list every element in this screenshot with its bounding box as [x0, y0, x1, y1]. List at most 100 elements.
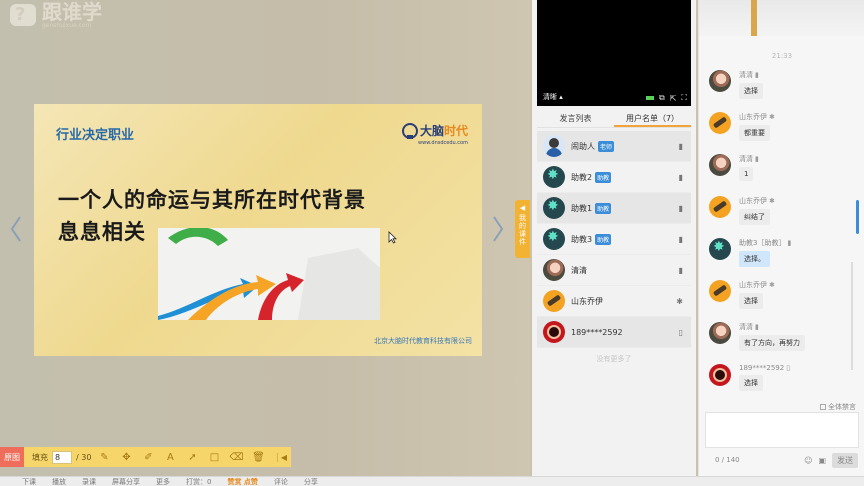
mouse-cursor-icon [388, 231, 397, 244]
page-number-input[interactable]: 8 [52, 450, 72, 464]
popout-icon[interactable]: ⇱ [670, 94, 677, 103]
chevron-left-icon: ◀ [519, 204, 526, 212]
chat-scrollbar[interactable] [856, 200, 859, 234]
device-icon: ✱ [769, 281, 775, 289]
slide-footer: 北京大脑时代教育科技有限公司 [374, 337, 472, 345]
sender-name: 清清 [739, 323, 753, 331]
sender-name: 清清 [739, 71, 753, 79]
record-button[interactable]: 录课 [82, 477, 96, 486]
role-badge: 助教 [595, 202, 612, 214]
video-quality-select[interactable]: 清晰 ▴ [543, 92, 563, 102]
device-icon: ▮ [755, 323, 759, 331]
user-row[interactable]: 闹助人 老师 ▮ [537, 131, 691, 162]
chat-message: 清清 ▮ 1 [709, 154, 859, 181]
device-icon: ▮ [678, 234, 683, 244]
current-slide: 行业决定职业 大脑时代 www.dnsdcedu.com 一个人的命运与其所在时… [34, 104, 482, 356]
device-icon: ▮ [678, 203, 683, 213]
chat-scroll-track[interactable] [851, 262, 853, 370]
device-icon: ✱ [769, 197, 775, 205]
user-name: 189****2592 [571, 327, 623, 337]
user-row[interactable]: 助教2 助教 ▮ [537, 162, 691, 193]
chat-panel: 21:33 清清▮ 选择 山东乔伊✱ 都重要 清清▮ 1 山东乔伊✱ 纠结了 助… [698, 0, 864, 476]
avatar [709, 364, 731, 386]
more-button[interactable]: 更多 [156, 477, 170, 486]
user-name: 闹助人 [571, 141, 595, 151]
eraser-icon[interactable]: ⌫ [227, 449, 245, 465]
avatar [543, 228, 565, 250]
end-class-button[interactable]: 下课 [22, 477, 36, 486]
slide-text-line-2: 息息相关 [58, 219, 146, 244]
chevron-left-icon [10, 216, 21, 242]
device-icon: ▮ [755, 155, 759, 163]
device-icon: ▮ [787, 239, 792, 247]
avatar [709, 322, 731, 344]
chat-timestamp: 21:33 [771, 52, 793, 60]
chat-message: 山东乔伊 ✱ 纠结了 [709, 196, 859, 225]
arrow-icon[interactable]: ➚ [183, 449, 201, 465]
user-row[interactable]: 山东乔伊 ✱ [537, 286, 691, 317]
play-button[interactable]: 播放 [52, 477, 66, 486]
pen-icon[interactable]: ✎ [95, 449, 113, 465]
my-courseware-tab[interactable]: ◀ 我的课件 [515, 200, 530, 258]
char-counter: 0 / 140 [715, 456, 740, 464]
device-icon: ✱ [769, 113, 775, 121]
message-text: 选择 [739, 293, 763, 309]
fullscreen-icon[interactable]: ⛶ [681, 93, 687, 103]
user-row[interactable]: 助教1 助教 ▮ [537, 193, 691, 224]
avatar [543, 321, 565, 343]
chat-input[interactable] [705, 412, 859, 448]
brain-logo-icon [401, 122, 418, 139]
avatar [709, 196, 731, 218]
chat-message: 山东乔伊 ✱ 选择 [709, 280, 859, 309]
user-row[interactable]: 助教3 助教 ▮ [537, 224, 691, 255]
rect-icon[interactable]: □ [205, 449, 223, 465]
send-button[interactable]: 发送 [832, 453, 858, 468]
image-icon[interactable]: ▣ [818, 456, 826, 465]
device-icon: ▮ [678, 141, 683, 151]
sender-name: 山东乔伊 [739, 113, 767, 121]
role-badge: 助教 [595, 233, 612, 245]
sender-name: 189****2592 [739, 364, 785, 372]
user-row[interactable]: 189****2592 ▯ [537, 317, 691, 348]
role-badge: 老师 [598, 140, 615, 152]
chat-message: 助教3［助教］▮ 选择。 [709, 238, 859, 267]
role-badge: 助教 [595, 171, 612, 183]
user-name: 助教3 [571, 234, 593, 244]
tab-users[interactable]: 用户名单（7） [614, 110, 691, 127]
user-list: 闹助人 老师 ▮ 助教2 助教 ▮ 助教1 助教 ▮ 助教3 助教 ▮ 清清 ▮ [537, 131, 691, 348]
original-image-button[interactable]: 原图 [0, 447, 24, 467]
trash-icon[interactable]: 🗑 [249, 449, 267, 465]
comment-button[interactable]: 评论 [274, 477, 288, 486]
screen-share-button[interactable]: 屏幕分享 [112, 477, 140, 486]
next-slide-button[interactable] [490, 214, 506, 244]
tab-speakers[interactable]: 发言列表 [537, 110, 614, 127]
user-name: 清清 [571, 265, 587, 275]
slide-text-line-1: 一个人的命运与其所在时代背景 [58, 187, 366, 212]
avatar [543, 135, 565, 157]
sender-name: 助教3［助教］ [739, 239, 786, 247]
like-button[interactable]: 赞赏 点赞 [227, 477, 257, 486]
logo-text-a: 大脑 [419, 124, 444, 138]
mute-all-toggle[interactable]: 全体禁言 [820, 402, 856, 412]
signal-icon [645, 96, 654, 100]
panel-tabs: 发言列表 用户名单（7） [537, 110, 691, 128]
device-icon: ▮ [678, 265, 683, 275]
marker-icon[interactable]: ✐ [139, 449, 157, 465]
move-icon[interactable]: ✥ [117, 449, 135, 465]
bottom-toolbar: 下课 播放 录课 屏幕分享 更多 打赏：0 赞赏 点赞 评论 分享 [0, 476, 864, 486]
avatar [709, 154, 731, 176]
prev-slide-button[interactable] [8, 214, 24, 244]
courseware-stage: ? 跟谁学 genshuixue.com 行业决定职业 大脑时代 www.dns… [0, 0, 530, 476]
share-button[interactable]: 分享 [304, 477, 318, 486]
arrows-image [158, 228, 380, 320]
chat-image-preview [699, 0, 864, 36]
device-icon: ▮ [755, 71, 759, 79]
fill-label[interactable]: 填充 [32, 452, 48, 463]
mute-all-label: 全体禁言 [828, 403, 856, 411]
pip-icon[interactable]: ⧉ [659, 93, 665, 103]
sender-name: 清清 [739, 155, 753, 163]
text-icon[interactable]: A [161, 449, 179, 465]
emoji-icon[interactable]: ☺ [804, 456, 812, 465]
user-row[interactable]: 清清 ▮ [537, 255, 691, 286]
collapse-toolbar-icon[interactable]: ◀ [276, 452, 287, 462]
